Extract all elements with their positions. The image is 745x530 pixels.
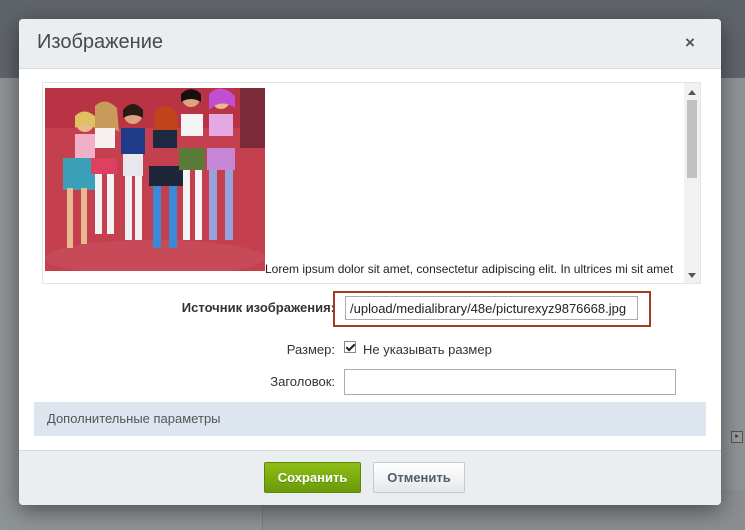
dialog-header: Изображение × bbox=[19, 19, 721, 69]
title-input[interactable] bbox=[344, 369, 676, 395]
image-source-input[interactable] bbox=[345, 296, 638, 320]
no-size-checkbox[interactable] bbox=[344, 341, 356, 353]
scroll-thumb[interactable] bbox=[687, 100, 697, 178]
dialog-title: Изображение bbox=[37, 31, 163, 53]
dialog-footer: Сохранить Отменить bbox=[19, 450, 721, 505]
additional-parameters-toggle[interactable]: Дополнительные параметры bbox=[34, 402, 706, 436]
inserted-image[interactable] bbox=[45, 88, 265, 271]
close-icon[interactable]: × bbox=[683, 34, 697, 51]
editor-text[interactable]: Lorem ipsum dolor sit amet, consectetur … bbox=[45, 261, 675, 278]
size-label: Размер: bbox=[286, 342, 335, 357]
image-dialog: Изображение × Lorem ipsum dolor sit amet… bbox=[19, 19, 721, 505]
scroll-down-arrow-icon[interactable] bbox=[688, 273, 696, 278]
cancel-button[interactable]: Отменить bbox=[373, 462, 465, 493]
content-editor[interactable]: Lorem ipsum dolor sit amet, consectetur … bbox=[42, 82, 701, 284]
save-button[interactable]: Сохранить bbox=[264, 462, 361, 493]
editor-scrollbar[interactable] bbox=[684, 83, 700, 283]
scroll-up-arrow-icon[interactable] bbox=[688, 90, 696, 95]
image-source-label: Источник изображения: bbox=[181, 300, 335, 315]
background-expand-icon: ▸ bbox=[731, 431, 743, 443]
editor-content[interactable]: Lorem ipsum dolor sit amet, consectetur … bbox=[45, 88, 681, 278]
title-label: Заголовок: bbox=[270, 374, 335, 389]
no-size-checkbox-label[interactable]: Не указывать размер bbox=[363, 342, 492, 357]
